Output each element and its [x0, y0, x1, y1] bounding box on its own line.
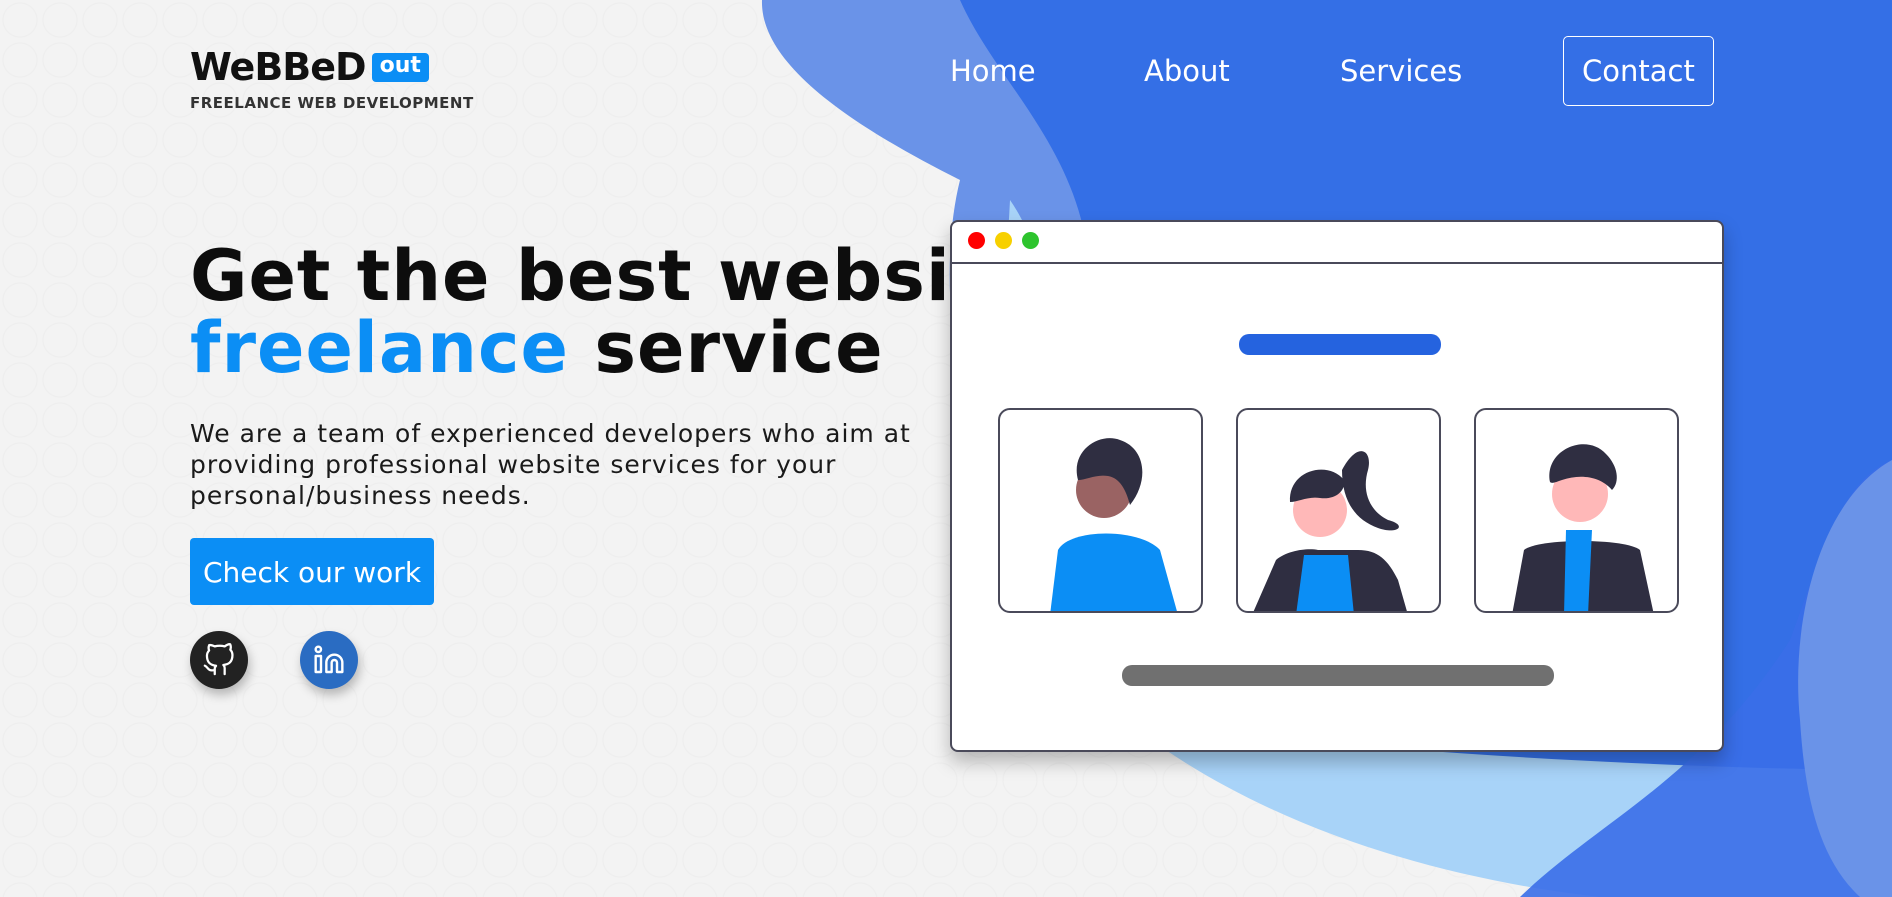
github-icon: [203, 643, 234, 676]
person-icon: [1050, 438, 1177, 611]
close-dot-icon: [968, 232, 985, 249]
hero-title: Get the best website freelance service: [190, 240, 1034, 384]
check-our-work-button[interactable]: Check our work: [190, 538, 434, 605]
main-nav: Home About Services Contact: [0, 36, 1892, 106]
hero-title-line1: Get the best website: [190, 235, 1034, 317]
hero-description: We are a team of experienced developers …: [190, 419, 911, 510]
nav-home[interactable]: Home: [950, 36, 1036, 106]
linkedin-link[interactable]: [300, 631, 358, 689]
avatar-card-1: [998, 408, 1203, 613]
browser-heading-bar: [1239, 334, 1441, 355]
browser-titlebar: [952, 222, 1722, 264]
github-link[interactable]: [190, 631, 248, 689]
avatar-card-2: [1236, 408, 1441, 613]
nav-about[interactable]: About: [1144, 36, 1230, 106]
linkedin-icon: [314, 645, 344, 674]
nav-services[interactable]: Services: [1340, 36, 1462, 106]
browser-footer-bar: [1122, 665, 1554, 686]
maximize-dot-icon: [1022, 232, 1039, 249]
browser-illustration: [950, 220, 1724, 752]
hero-title-accent: freelance: [190, 307, 569, 389]
person-icon: [1253, 451, 1407, 611]
nav-contact-button[interactable]: Contact: [1563, 36, 1714, 106]
minimize-dot-icon: [995, 232, 1012, 249]
hero-title-rest: service: [594, 307, 884, 389]
avatar-card-3: [1474, 408, 1679, 613]
person-icon: [1512, 444, 1654, 611]
